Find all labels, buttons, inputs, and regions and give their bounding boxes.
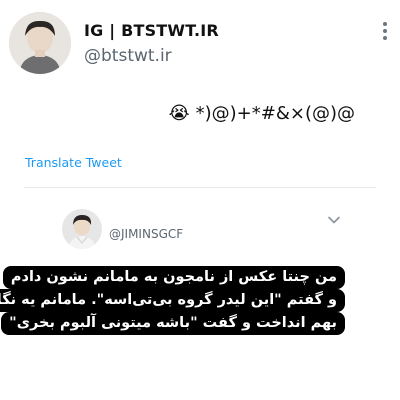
dot <box>383 22 387 26</box>
caption-text: من چنتا عکس از نامجون به مامانم نشون داد… <box>0 266 345 335</box>
caption-line: بهم انداخت و گفت "باشه میتونی آلبوم بخری… <box>1 312 345 335</box>
tweet-header: IG | BTSTWT.IR @btstwt.ir <box>0 0 400 90</box>
dot <box>383 36 387 40</box>
tweet-body: *)@)+*#&×(@)@ <box>195 103 355 124</box>
translate-tweet-link[interactable]: Translate Tweet <box>25 155 122 170</box>
chevron-down-icon[interactable] <box>327 212 341 226</box>
caption-line: من چنتا عکس از نامجون به مامانم نشون داد… <box>2 266 345 289</box>
caption-line: و گفتم "این لیدر گروه بی‌تی‌اسه". مامانم… <box>0 289 345 312</box>
more-options-icon[interactable] <box>376 18 394 42</box>
display-name[interactable]: IG | BTSTWT.IR <box>84 21 219 40</box>
dot <box>383 29 387 33</box>
quoted-handle[interactable]: @JIMINSGCF <box>109 227 183 241</box>
tweet-text: 😭 *)@)+*#&×(@)@ <box>169 103 355 124</box>
quoted-avatar[interactable] <box>62 209 102 249</box>
divider <box>24 187 376 188</box>
user-handle[interactable]: @btstwt.ir <box>84 46 172 66</box>
profile-avatar[interactable] <box>9 12 71 74</box>
crying-face-emoji: 😭 <box>168 102 190 124</box>
